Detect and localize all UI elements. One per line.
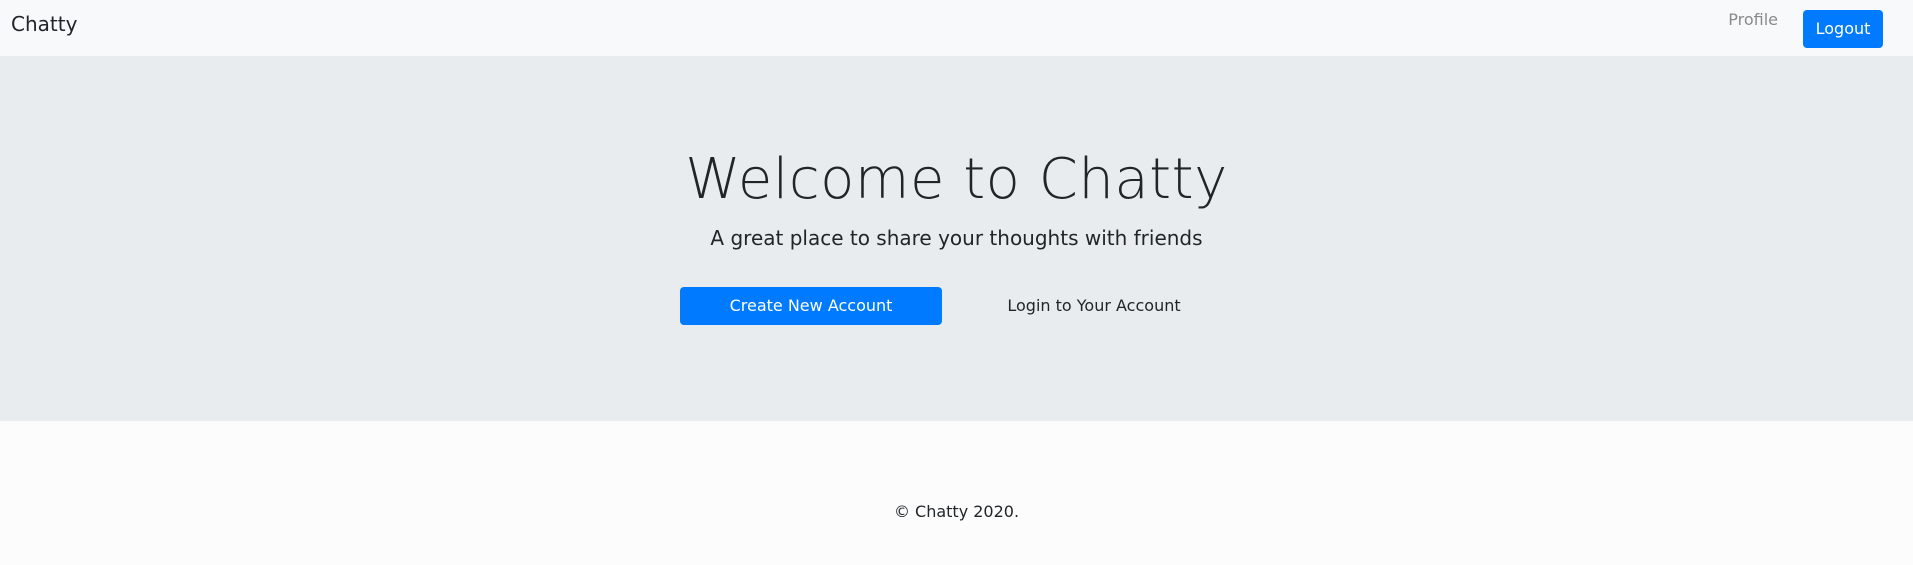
footer-copyright: © Chatty 2020. — [893, 502, 1020, 521]
logout-button[interactable]: Logout — [1803, 10, 1883, 48]
hero-title: Welcome to Chatty — [685, 147, 1228, 212]
create-account-button[interactable]: Create New Account — [680, 287, 942, 325]
hero-subtitle: A great place to share your thoughts wit… — [710, 226, 1203, 250]
login-button[interactable]: Login to Your Account — [980, 287, 1208, 325]
brand-link[interactable]: Chatty — [11, 11, 77, 37]
navbar: Chatty Profile Logout — [0, 0, 1913, 56]
profile-link[interactable]: Profile — [1728, 9, 1778, 31]
hero-section: Welcome to Chatty A great place to share… — [0, 56, 1913, 421]
